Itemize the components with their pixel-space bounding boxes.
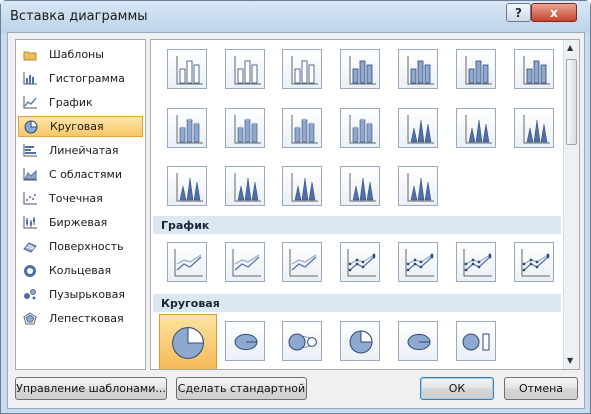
close-button[interactable]: x: [531, 3, 577, 22]
column-subtype-thumb[interactable]: [456, 49, 496, 89]
column-subtype-thumb[interactable]: [167, 166, 207, 206]
chart-type-item[interactable]: Точечная: [18, 188, 143, 209]
column-subtype-thumb[interactable]: [282, 166, 322, 206]
scroll-down-icon[interactable]: ▼: [567, 356, 573, 365]
section-header-line: График: [153, 216, 561, 234]
line-subtype-thumb[interactable]: [514, 242, 554, 282]
line-subtype-thumb[interactable]: [282, 242, 322, 282]
bar-chart-icon: [23, 144, 37, 158]
chart-type-label: С областями: [49, 168, 122, 181]
cancel-label: Отмена: [518, 382, 564, 395]
line-subtype-thumb[interactable]: [398, 242, 438, 282]
chart-type-item[interactable]: Поверхность: [18, 236, 143, 257]
insert-chart-dialog: Вставка диаграммы ? x Шаблоны Гистограмма…: [0, 0, 591, 414]
line-subtype-thumb[interactable]: [167, 242, 207, 282]
help-button[interactable]: ?: [506, 3, 531, 22]
close-icon: x: [550, 5, 558, 20]
chart-type-item[interactable]: Кольцевая: [18, 260, 143, 281]
column-subtype-thumb[interactable]: [514, 49, 554, 89]
dialog-body: Шаблоны Гистограмма График Круговая Линейчат…: [7, 32, 585, 409]
column-subtype-thumb[interactable]: [514, 108, 554, 148]
chart-type-item[interactable]: С областями: [18, 164, 143, 185]
chart-type-item[interactable]: График: [18, 92, 143, 113]
column-subtype-thumb[interactable]: [282, 108, 322, 148]
chart-type-label: Линейчатая: [49, 144, 119, 157]
column-subtype-thumb[interactable]: [398, 108, 438, 148]
chart-type-label: Пузырьковая: [49, 288, 125, 301]
chart-type-label: График: [49, 96, 93, 109]
chart-type-item[interactable]: Лепестковая: [18, 308, 143, 329]
ok-label: ОК: [448, 382, 466, 395]
column-subtype-thumb[interactable]: [167, 108, 207, 148]
column-subtype-thumb[interactable]: [340, 166, 380, 206]
column-subtype-thumb[interactable]: [225, 108, 265, 148]
pie-subtype-thumb[interactable]: [225, 321, 265, 361]
scroll-up-icon[interactable]: ▲: [567, 43, 573, 52]
chart-type-label: Гистограмма: [49, 72, 125, 85]
chart-type-item[interactable]: Линейчатая: [18, 140, 143, 161]
pie-subtype-thumb[interactable]: [456, 321, 496, 361]
line-chart-icon: [23, 96, 37, 110]
column-subtype-thumb[interactable]: [398, 166, 438, 206]
set-default-button[interactable]: Сделать стандартной: [176, 377, 307, 400]
line-subtype-thumb[interactable]: [340, 242, 380, 282]
line-subtype-thumb[interactable]: [456, 242, 496, 282]
stock-chart-icon: [23, 216, 37, 230]
surface-chart-icon: [23, 240, 37, 254]
chart-type-label: Биржевая: [49, 216, 108, 229]
chart-type-item[interactable]: Биржевая: [18, 212, 143, 233]
pie-subtype-thumb[interactable]: [159, 314, 217, 369]
manage-templates-label: Управление шаблонами...: [16, 382, 166, 395]
pie-subtype-thumb[interactable]: [282, 321, 322, 361]
column-subtype-thumb[interactable]: [340, 108, 380, 148]
bubble-chart-icon: [23, 288, 37, 302]
column-subtype-thumb[interactable]: [456, 108, 496, 148]
column-subtype-thumb[interactable]: [282, 49, 322, 89]
area-chart-icon: [23, 168, 37, 182]
ok-button[interactable]: ОК: [420, 377, 494, 400]
column-subtype-thumb[interactable]: [398, 49, 438, 89]
column-subtype-thumb[interactable]: [225, 166, 265, 206]
gallery-scrollbar[interactable]: ▲ ▼: [563, 40, 579, 369]
doughnut-chart-icon: [23, 264, 37, 278]
line-subtype-thumb[interactable]: [225, 242, 265, 282]
section-header-pie: Круговая: [153, 294, 561, 312]
chart-type-item[interactable]: Шаблоны: [18, 44, 143, 65]
pie-subtype-thumb[interactable]: [340, 321, 380, 361]
chart-type-label: Круговая: [50, 120, 104, 133]
column-subtype-thumb[interactable]: [225, 49, 265, 89]
chart-type-label: Поверхность: [49, 240, 124, 253]
column-subtype-thumb[interactable]: [167, 49, 207, 89]
chart-type-list: Шаблоны Гистограмма График Круговая Линейчат…: [15, 39, 146, 370]
chart-type-item[interactable]: Пузырьковая: [18, 284, 143, 305]
pie-subtype-thumb[interactable]: [398, 321, 438, 361]
chart-subtype-gallery: График Круговая ▲ ▼: [150, 39, 580, 370]
manage-templates-button[interactable]: Управление шаблонами...: [15, 377, 167, 400]
chart-type-item[interactable]: Круговая: [18, 116, 143, 137]
folder-icon: [23, 48, 37, 62]
chart-type-label: Точечная: [49, 192, 103, 205]
title-bar: Вставка диаграммы ? x: [1, 1, 590, 33]
chart-type-label: Лепестковая: [49, 312, 124, 325]
radar-chart-icon: [23, 311, 37, 326]
chart-type-item[interactable]: Гистограмма: [18, 68, 143, 89]
set-default-label: Сделать стандартной: [177, 382, 306, 395]
column-chart-icon: [23, 72, 37, 86]
chart-type-label: Шаблоны: [49, 48, 104, 61]
scrollbar-thumb[interactable]: [566, 59, 577, 145]
help-icon: ?: [515, 5, 522, 20]
chart-type-label: Кольцевая: [49, 264, 112, 277]
column-subtype-thumb[interactable]: [340, 49, 380, 89]
cancel-button[interactable]: Отмена: [504, 377, 578, 400]
dialog-title: Вставка диаграммы: [10, 9, 148, 24]
scatter-chart-icon: [23, 192, 37, 206]
pie-chart-icon: [24, 119, 38, 134]
